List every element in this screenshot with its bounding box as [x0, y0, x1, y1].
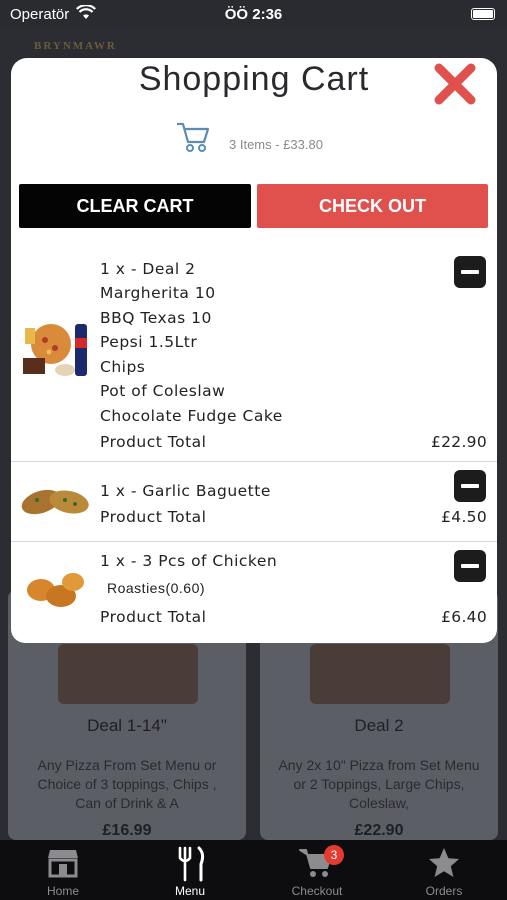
- product-total-value: £22.90: [430, 433, 487, 451]
- cart-count-badge: 3: [324, 845, 344, 865]
- cart-summary-text: 3 Items - £33.80: [229, 137, 323, 152]
- store-icon: [48, 850, 78, 878]
- item-line: Pepsi 1.5Ltr: [100, 333, 198, 351]
- deal-title: Deal 2: [354, 716, 404, 735]
- checkout-button[interactable]: CHECK OUT: [257, 184, 488, 228]
- clock: ÖÖ 2:36: [224, 6, 283, 23]
- deal-description: Any Pizza From Set Menu or Choice of 3 t…: [37, 757, 217, 811]
- remove-item-button[interactable]: [454, 550, 486, 582]
- remove-item-button[interactable]: [454, 256, 486, 288]
- garlic-baguette-thumbnail: [21, 489, 89, 515]
- cart-item: 1 x - Deal 2 Margherita 10 BBQ Texas 10 …: [11, 246, 497, 462]
- clear-cart-button[interactable]: CLEAR CART: [19, 184, 251, 228]
- deal-image: [310, 644, 450, 704]
- deal-price: £16.99: [102, 822, 152, 839]
- deal-price: £22.90: [354, 822, 404, 839]
- tab-label: Menu: [174, 884, 206, 898]
- tab-checkout[interactable]: 3 Checkout: [254, 840, 380, 900]
- restaurant-logo: BRYNMAWR: [34, 40, 117, 52]
- close-icon[interactable]: [433, 62, 477, 106]
- star-icon: [429, 848, 459, 877]
- item-line: Margherita 10: [100, 284, 216, 302]
- item-line: Roasties(0.60): [107, 580, 206, 596]
- item-line: 1 x - 3 Pcs of Chicken: [100, 552, 278, 570]
- cart-item: 1 x - 3 Pcs of Chicken Roasties(0.60) Pr…: [11, 542, 497, 643]
- item-line: 1 x - Deal 2: [100, 260, 196, 278]
- deal-thumbnail: [23, 324, 87, 376]
- tab-bar: Home Menu 3 Checkout Orders: [0, 840, 507, 900]
- status-bar: Operatör ÖÖ 2:36: [0, 0, 507, 30]
- item-line: BBQ Texas 10: [100, 309, 212, 327]
- cart-icon: [177, 122, 210, 152]
- product-total-value: £4.50: [441, 508, 487, 526]
- deal-image: [58, 644, 198, 704]
- item-line: 1 x - Garlic Baguette: [100, 482, 271, 500]
- product-total-label: Product Total: [100, 508, 207, 526]
- cart-item: 1 x - Garlic Baguette Product Total £4.5…: [11, 462, 497, 542]
- product-total-label: Product Total: [100, 433, 207, 451]
- tab-label: Home: [46, 884, 79, 898]
- item-line: Chips: [100, 358, 146, 376]
- product-total-label: Product Total: [100, 608, 207, 626]
- modal-title: Shopping Cart: [138, 60, 370, 98]
- tab-home[interactable]: Home: [0, 840, 126, 900]
- deal-description: Any 2x 10" Pizza from Set Menu or 2 Topp…: [278, 757, 480, 811]
- tab-menu[interactable]: Menu: [127, 840, 253, 900]
- fork-knife-icon: [178, 846, 205, 882]
- battery-icon: [471, 8, 495, 20]
- remove-item-button[interactable]: [454, 470, 486, 502]
- item-line: Pot of Coleslaw: [100, 382, 226, 400]
- item-line: Chocolate Fudge Cake: [100, 407, 283, 425]
- deal-title: Deal 1-14": [87, 716, 167, 735]
- product-total-value: £6.40: [441, 608, 487, 626]
- tab-label: Orders: [425, 884, 463, 898]
- chicken-thumbnail: [27, 573, 84, 607]
- tab-orders[interactable]: Orders: [381, 840, 507, 900]
- tab-label: Checkout: [291, 884, 343, 898]
- shopping-cart-modal: Shopping Cart 3 Items - £33.80 CLEAR CAR…: [11, 58, 497, 643]
